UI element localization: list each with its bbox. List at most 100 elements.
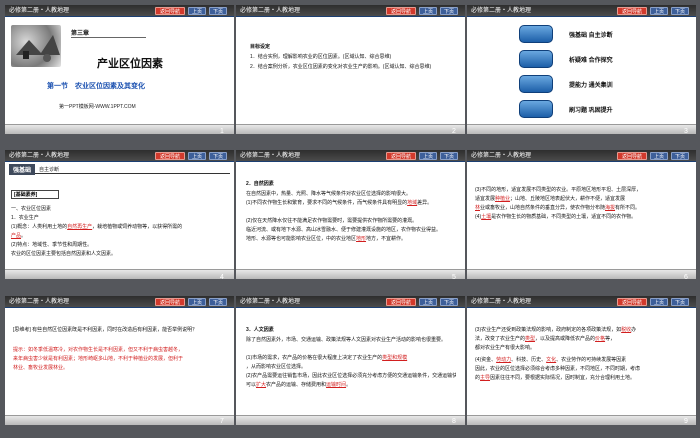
next-button[interactable]: 下页 [209,152,227,160]
answer-line: 来年病虫害少就是有利因素；地形崎岖多山地，不利于种植业的发展，但利于 [13,356,184,362]
back-nav-button[interactable]: 返回导航 [617,298,647,306]
prev-button[interactable]: 上页 [650,7,668,15]
prev-button[interactable]: 上页 [419,7,437,15]
next-button[interactable]: 下页 [440,152,458,160]
back-nav-button[interactable]: 返回导航 [386,152,416,160]
slide-8[interactable]: 必修第二册・人教地理 返回导航 上页 下页 3．人文因素 除了自然因素外，市场、… [236,296,465,425]
text: (4)资金、 [475,357,497,363]
paragraph: 林业或畜牧业，山地自然条件的垂直分异，使农作物分布随海拔有所不同。 [475,204,690,213]
header-title: 必修第二册・人教地理 [240,8,301,14]
slide-footer [236,124,465,134]
slide-footer [467,269,696,279]
landscape-icon [16,35,60,62]
question: [思维考] 有些自然区位因素既是不利因素，同时在改造后有利因素，能否举例说明？ [13,327,198,333]
back-nav-button[interactable]: 返回导航 [155,298,185,306]
paragraph: 可以扩大农产品的运输、存储费用和运输时间。 [246,381,456,390]
back-nav-button[interactable]: 返回导航 [617,152,647,160]
text: 地形、水源等也可能影响农业区位，中的农业地区 [246,236,357,242]
banner-label: 强基础 [9,164,36,175]
text: ；山地、丘陵地区地表起伏大，耕作不便，适宜发展 [510,196,626,202]
answer: 文化 [546,357,557,363]
slide-number: 2 [452,128,456,135]
paragraph: 法，改变了农业生产的类型，以及提高或降低农产品的价格等， [475,335,690,344]
heading: 3．人文因素 [246,327,274,333]
next-button[interactable]: 下页 [671,152,689,160]
section-banner: 强基础 自主诊断 [9,164,230,175]
back-nav-button[interactable]: 返回导航 [617,7,647,15]
menu-icon [519,100,553,118]
menu-item-3[interactable]: 提能力 通关集训 [519,75,659,95]
next-button[interactable]: 下页 [209,7,227,15]
slide-5[interactable]: 必修第二册・人教地理 返回导航 上页 下页 2．自然因素 在自然因素中，热量、光… [236,150,465,279]
answer: 类型和规模 [382,355,408,361]
paragraph: 的主导因素往往不同，要根据实际情况，因时制宜，充分合理利用土地。 [475,374,690,383]
text: 。 [21,233,27,239]
slide-number: 9 [684,418,688,425]
back-nav-button[interactable]: 返回导航 [386,7,416,15]
line: 产品。 [11,232,26,241]
slide-3[interactable]: 必修第二册・人教地理 返回导航 上页 下页 强基础 自主诊断 析疑难 合作探究 … [467,5,696,134]
paragraph: 除了自然因素外，市场、交通运输、政策法规等人文因素对农业生产活动的影响也很重要。 [246,337,447,343]
menu-item-label: 提能力 通关集训 [569,83,613,89]
menu-item-2[interactable]: 析疑难 合作探究 [519,50,659,70]
banner-sub: 自主诊断 [39,167,60,173]
slide-header: 必修第二册・人教地理 返回导航 上页 下页 [236,150,465,162]
title-art-image [11,25,61,67]
prev-button[interactable]: 上页 [419,152,437,160]
back-nav-button[interactable]: 返回导航 [386,298,416,306]
slide-number: 8 [452,418,456,425]
slide-4[interactable]: 必修第二册・人教地理 返回导航 上页 下页 强基础 自主诊断 [基础素养] 一、… [5,150,234,279]
section-title: 第一节 农业区位因素及其变化 [47,83,145,90]
text: 。 [346,382,352,388]
paragraph: 地形、水源等也可能影响农业区位，中的农业地区地形地方，不宜耕作。 [246,235,456,244]
prev-button[interactable]: 上页 [650,152,668,160]
slide-7[interactable]: 必修第二册・人教地理 返回导航 上页 下页 [思维考] 有些自然区位因素既是不利… [5,296,234,425]
menu-item-1[interactable]: 强基础 自主诊断 [519,25,659,45]
slide-1[interactable]: 必修第二册・人教地理 返回导航 上页 下页 第三章 产业区位因素 第一节 农业区… [5,5,234,134]
answer: 扩大 [256,382,267,388]
slide-number: 1 [220,128,224,135]
slide-number: 6 [684,274,688,281]
basic-tag: [基础素养] [11,190,59,199]
next-button[interactable]: 下页 [671,7,689,15]
next-button[interactable]: 下页 [671,298,689,306]
next-button[interactable]: 下页 [440,298,458,306]
answer: 海拔 [605,205,616,211]
answer: 种植业 [495,196,511,202]
text: 办 [631,327,637,333]
next-button[interactable]: 下页 [440,7,458,15]
slide-number: 5 [452,274,456,281]
slide-9[interactable]: 必修第二册・人教地理 返回导航 上页 下页 (3)农业生产还受到政策法规的影响，… [467,296,696,425]
header-title: 必修第二册・人教地理 [471,299,532,305]
paragraph: (2)农产品需要运往销售市场，因此农业区位选择必须充分考虑方便的交通运输条件，交… [246,373,456,379]
paragraph: (3)农业生产还受到政策法规的影响，政府制定的各项政策法规，如税收办 [475,326,690,335]
slide-2[interactable]: 必修第二册・人教地理 返回导航 上页 下页 目标设定 1．结合实例，理解影响农业… [236,5,465,134]
prev-button[interactable]: 上页 [188,7,206,15]
paragraph: (3)不同的地形，适宜发展不同类型的农业。平原地区地形平坦、土层深厚， [475,187,642,193]
slide-header: 必修第二册・人教地理 返回导航 上页 下页 [5,296,234,308]
answer: 土壤 [481,214,492,220]
paragraph: (4)资金、劳动力、科技、历史、文化、农业劳作的可持续发展等因素 [475,356,690,365]
slide-6[interactable]: 必修第二册・人教地理 返回导航 上页 下页 (3)不同的地形，适宜发展不同类型的… [467,150,696,279]
answer: 类型 [525,336,536,342]
paragraph: 都对农业生产有很大影响。 [475,345,536,351]
back-nav-button[interactable]: 返回导航 [155,152,185,160]
paragraph: 因此，农业的区位选择必须综合考虑多种因素，不同地区，不同时期，考虑 [475,366,641,372]
answer: 劳动力 [496,357,512,363]
prev-button[interactable]: 上页 [188,298,206,306]
prev-button[interactable]: 上页 [650,298,668,306]
prev-button[interactable]: 上页 [188,152,206,160]
slide-footer [236,415,465,425]
prev-button[interactable]: 上页 [419,298,437,306]
chapter-label: 第三章 [71,31,90,37]
menu-item-4[interactable]: 刷习题 巩固提升 [519,100,659,120]
menu-icon [519,25,553,43]
line: 农业的区位因素主要包括自然因素和人文因素。 [11,251,117,257]
slide-number: 4 [220,274,224,281]
paragraph: (1)市场的需求，农产品的价格在很大程度上决定了农业生产的类型和规模 [246,354,456,363]
back-nav-button[interactable]: 返回导航 [155,7,185,15]
text: 、农业劳作的可持续发展等因素 [556,357,627,363]
line: 1．农业生产 [11,215,39,221]
next-button[interactable]: 下页 [209,298,227,306]
paragraph: 临近河流、或有地下水源、高山冰雪融水、便于修建灌溉设施的地区，农作物农业得益。 [246,227,442,233]
